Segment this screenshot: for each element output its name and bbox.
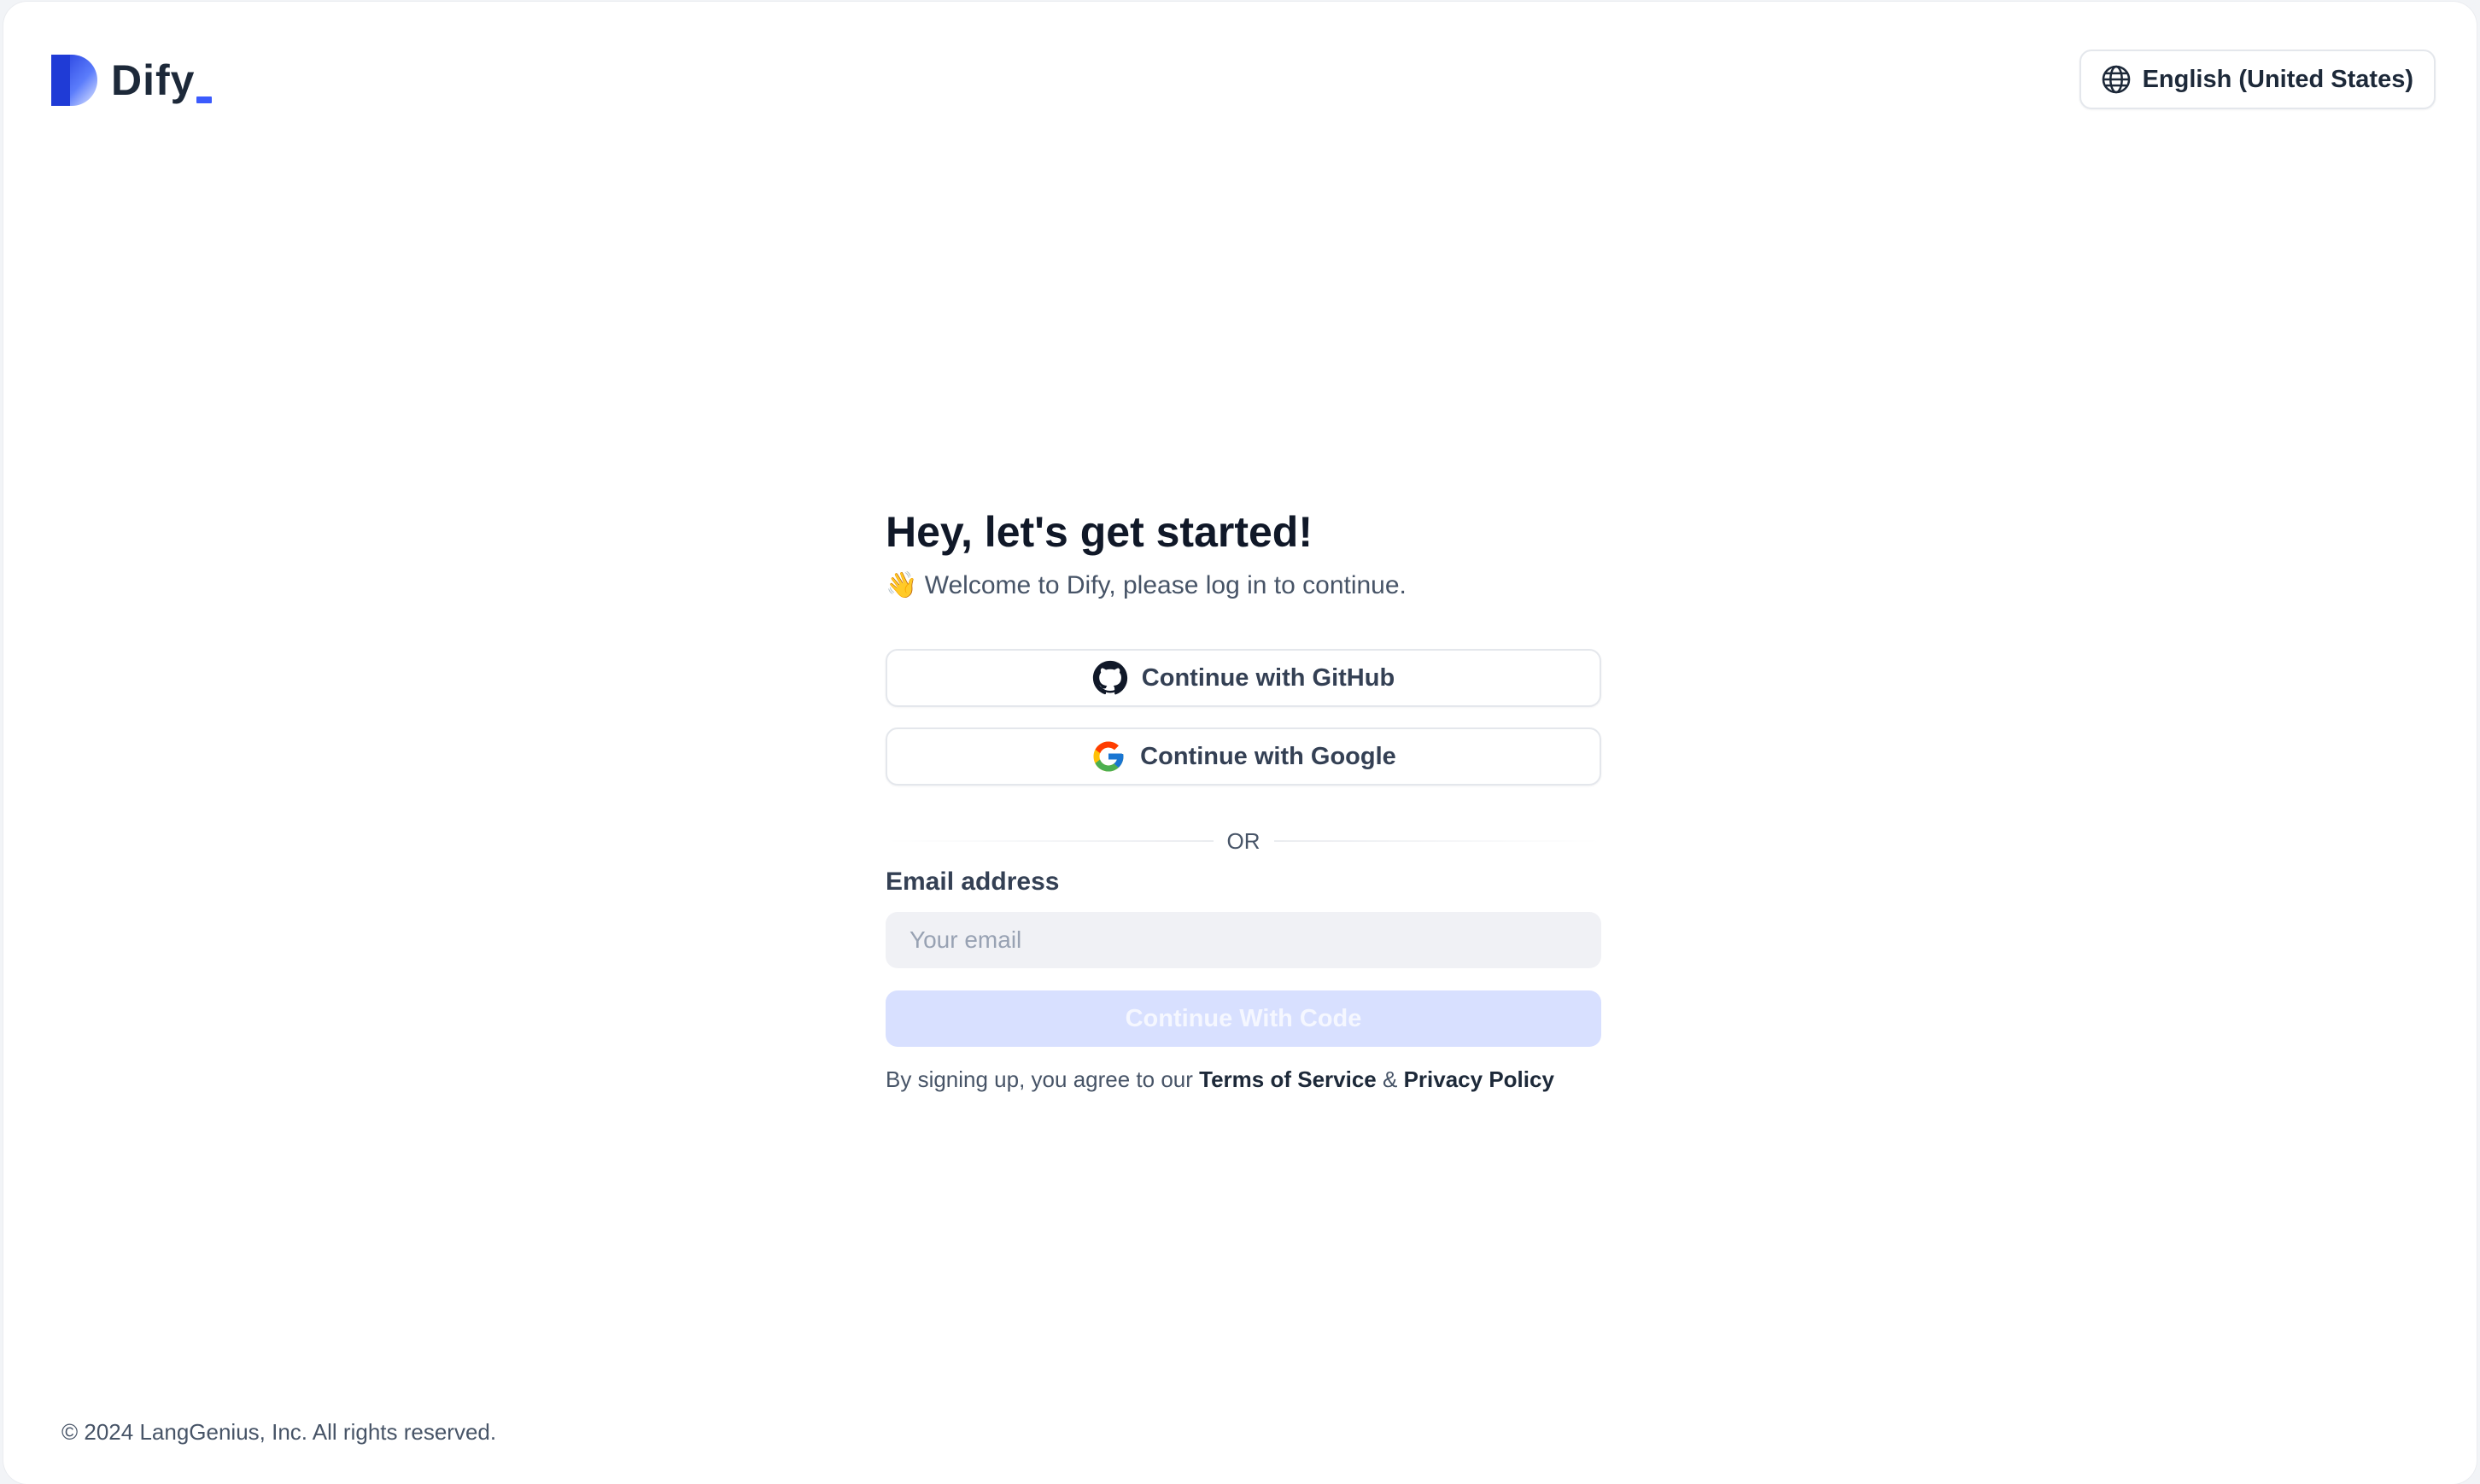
language-selector-button[interactable]: English (United States)	[2079, 50, 2436, 109]
github-login-button[interactable]: Continue with GitHub	[886, 649, 1601, 707]
logo-text: Dify	[111, 56, 196, 104]
terms-separator: &	[1383, 1066, 1398, 1092]
divider-line-right	[1273, 840, 1601, 842]
login-form: Hey, let's get started! 👋 Welcome to Dif…	[886, 504, 1601, 1096]
google-icon	[1093, 741, 1124, 772]
globe-icon	[2102, 65, 2130, 94]
or-divider: OR	[886, 828, 1601, 854]
page-title: Hey, let's get started!	[886, 508, 1313, 556]
welcome-subheading: 👋 Welcome to Dify, please log in to cont…	[886, 567, 1601, 605]
google-button-label: Continue with Google	[1140, 742, 1396, 770]
language-label: English (United States)	[2142, 65, 2413, 93]
terms-prefix: By signing up, you agree to our	[886, 1066, 1193, 1092]
login-page: Dify English (United States) Hey, let's …	[3, 2, 2477, 1484]
dify-logo: Dify	[51, 53, 213, 108]
google-login-button[interactable]: Continue with Google	[886, 727, 1601, 786]
terms-notice: By signing up, you agree to our Terms of…	[886, 1062, 1601, 1096]
logo-cursor	[196, 96, 213, 103]
github-button-label: Continue with GitHub	[1141, 663, 1395, 692]
continue-with-code-button[interactable]: Continue With Code	[886, 990, 1601, 1047]
email-label: Email address	[886, 868, 1060, 896]
welcome-text: Welcome to Dify, please log in to contin…	[924, 571, 1407, 599]
divider-line-left	[886, 840, 1214, 842]
privacy-policy-link[interactable]: Privacy Policy	[1404, 1066, 1554, 1092]
terms-of-service-link[interactable]: Terms of Service	[1199, 1066, 1377, 1092]
dify-logo-mark-icon	[51, 55, 97, 106]
github-icon	[1092, 660, 1127, 695]
divider-text: OR	[1226, 827, 1260, 854]
copyright-footer: © 2024 LangGenius, Inc. All rights reser…	[61, 1419, 497, 1445]
email-input[interactable]	[886, 912, 1601, 968]
waving-hand-icon: 👋	[886, 571, 918, 599]
